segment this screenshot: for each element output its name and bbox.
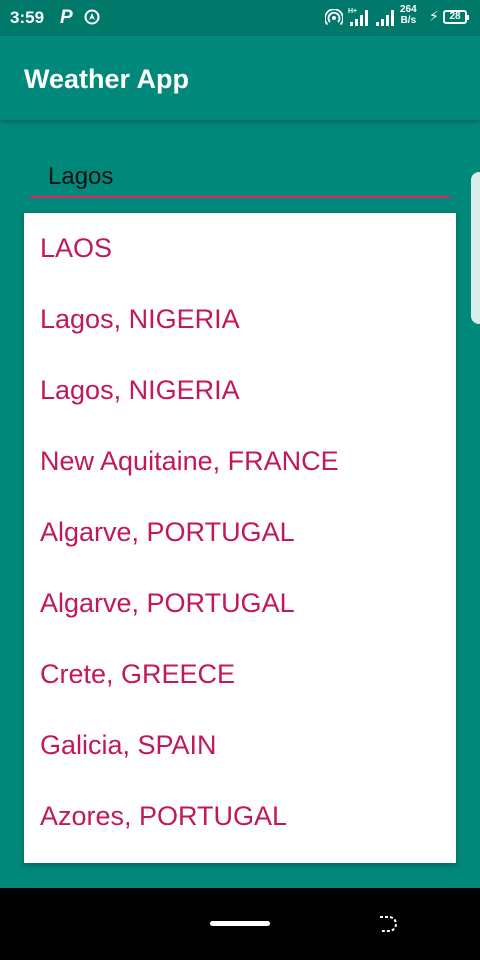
battery-icon: 28 [443,10,469,24]
speed-unit: B/s [400,15,417,26]
suggestion-item[interactable]: Algarve, PORTUGAL [24,568,456,639]
signal-icon: H+ [348,8,368,26]
hotspot-icon [325,9,343,26]
suggestion-item[interactable]: Crete, GREECE [24,639,456,710]
charging-icon: ⚡ [429,8,439,24]
navigation-bar [0,888,480,960]
status-bar: 3:59 P H+ 264 B/s ⚡ 28 [0,0,480,36]
app-title: Weather App [24,64,190,94]
network-speed: 264 B/s [400,4,417,26]
p-icon: P [60,7,73,28]
suggestion-dropdown: LAOS Lagos, NIGERIA Lagos, NIGERIA New A… [24,213,456,863]
suggestion-item[interactable]: New Aquitaine, FRANCE [24,426,456,497]
suggestion-item[interactable]: Lagos, NIGERIA [24,284,456,355]
home-indicator[interactable] [210,921,270,926]
suggestion-item[interactable]: Lagos, NIGERIA [24,355,456,426]
back-gesture-icon[interactable] [374,912,398,936]
battery-level: 28 [449,11,461,22]
side-handle[interactable] [471,172,480,324]
svg-text:H+: H+ [348,8,357,15]
search-input[interactable] [30,158,450,198]
status-time: 3:59 [10,8,45,27]
suggestion-item[interactable]: Algarve, PORTUGAL [24,497,456,568]
speed-value: 264 [400,4,417,15]
nav-app-icon [84,9,100,25]
signal-icon [376,10,394,26]
suggestion-item[interactable]: Galicia, SPAIN [24,710,456,781]
suggestion-item[interactable]: Azores, PORTUGAL [24,781,456,852]
app-bar: Weather App [0,36,480,120]
suggestion-item[interactable]: LAOS [24,213,456,284]
